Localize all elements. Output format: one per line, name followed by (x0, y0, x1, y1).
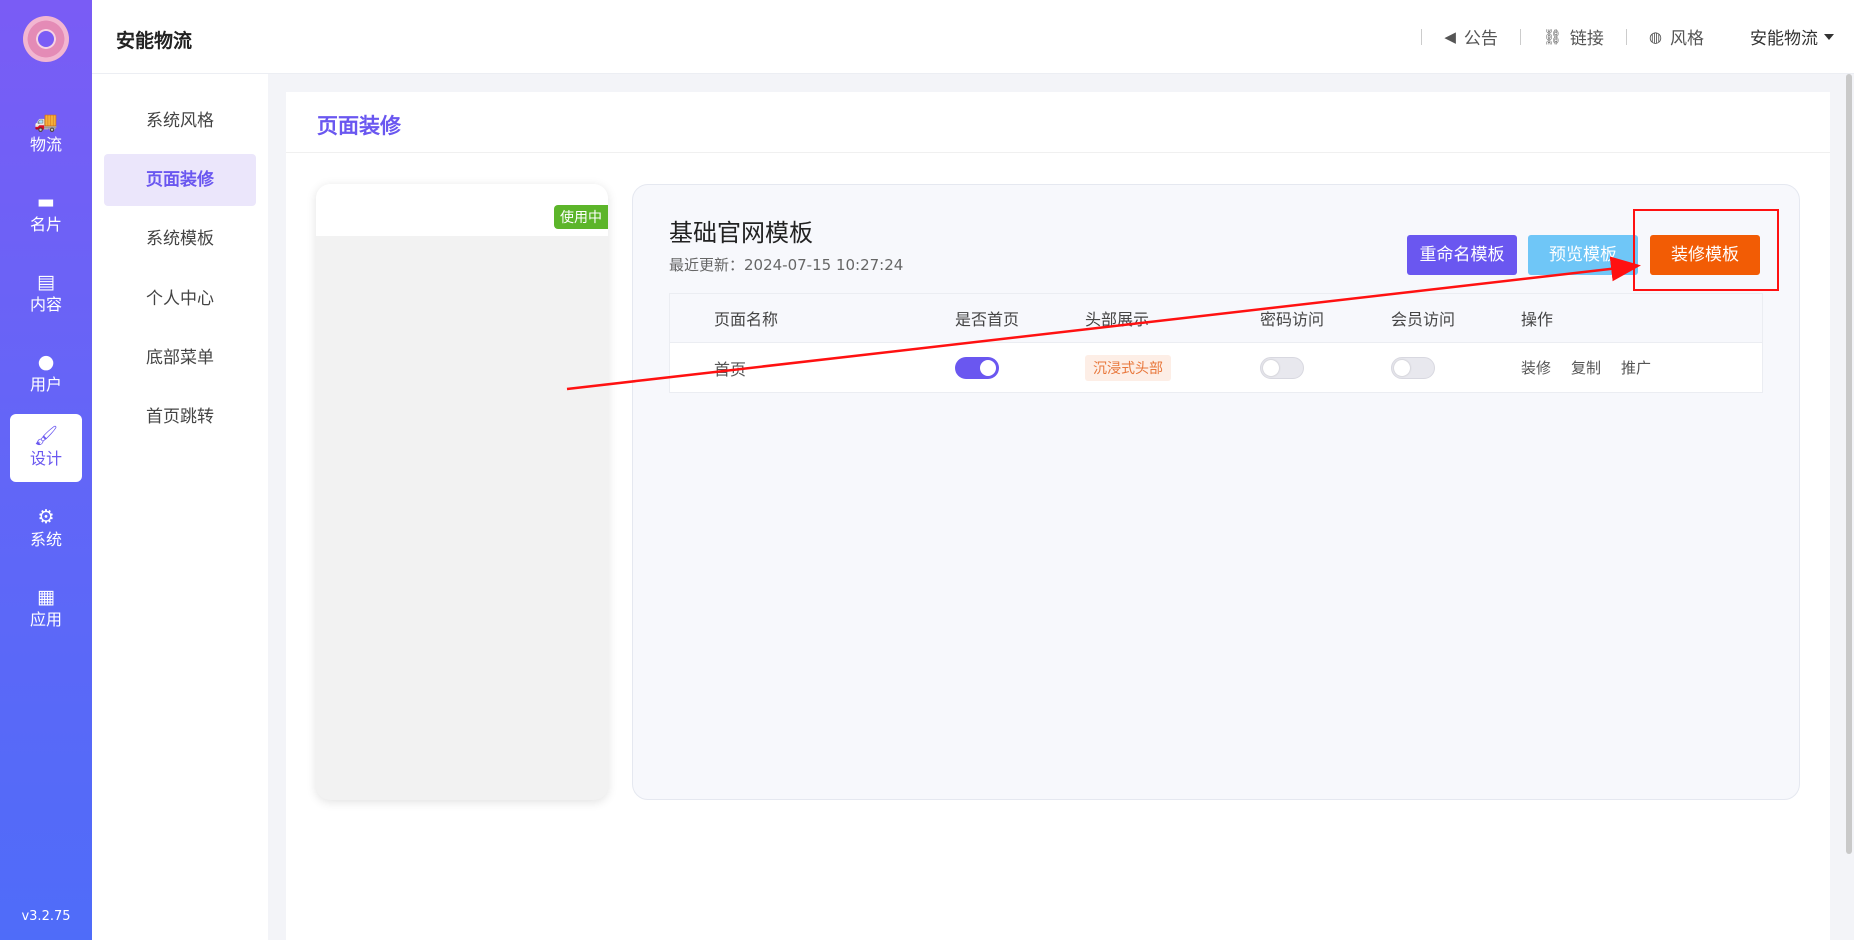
column-header: 密码访问 (1260, 310, 1325, 329)
gear-icon: ⚙ (37, 506, 55, 528)
rename-template-button[interactable]: 重命名模板 (1407, 235, 1517, 275)
link-label: 链接 (1569, 29, 1604, 49)
submenu-item-page-decoration[interactable]: 页面装修 (104, 154, 256, 206)
link-link[interactable]: ⛓ 链接 (1533, 24, 1614, 50)
submenu-item-home-redirect[interactable]: 首页跳转 (104, 391, 256, 443)
paint-roller-icon: 🖌 (33, 425, 59, 447)
password-access-cell (1260, 356, 1391, 379)
design-submenu: 系统风格 页面装修 系统模板 个人中心 底部菜单 首页跳转 (92, 74, 268, 940)
submenu-item-system-style[interactable]: 系统风格 (104, 95, 256, 147)
phone-preview[interactable]: 使用中 (316, 184, 608, 800)
page-name-cell: 首页 (714, 359, 747, 379)
column-header: 操作 (1521, 310, 1554, 329)
main-panel: 页面装修 使用中 基础官网模板 最近更新：2024-07-15 10:27:24… (286, 92, 1830, 940)
rail-item-content[interactable]: ▤ 内容 (10, 260, 82, 328)
template-name: 基础官网模板 (669, 219, 813, 247)
header-style-tag: 沉浸式头部 (1085, 354, 1171, 381)
user-icon: ● (37, 351, 55, 373)
grid-icon: ▦ (37, 586, 55, 608)
rail-item-apps[interactable]: ▦ 应用 (10, 575, 82, 643)
template-card: 基础官网模板 最近更新：2024-07-15 10:27:24 重命名模板 预览… (632, 184, 1800, 800)
style-label: 风格 (1670, 29, 1704, 49)
card-icon: ▬ (37, 191, 55, 213)
column-header: 头部展示 (1085, 310, 1150, 329)
preview-template-button[interactable]: 预览模板 (1528, 235, 1638, 275)
rail-item-label: 系统 (29, 530, 62, 549)
document-icon: ▤ (37, 271, 55, 293)
app-logo[interactable] (23, 16, 69, 62)
rail-item-system[interactable]: ⚙ 系统 (10, 495, 82, 563)
version-label: v3.2.75 (21, 909, 71, 924)
column-header: 是否首页 (955, 310, 1020, 329)
divider (286, 152, 1830, 153)
is-home-cell (955, 356, 1085, 379)
rail-item-label: 内容 (29, 295, 62, 314)
page-scrollbar[interactable] (1844, 74, 1854, 940)
user-name: 安能物流 (1750, 29, 1818, 49)
rail-item-label: 物流 (29, 135, 62, 154)
table-header: 页面名称 是否首页 头部展示 密码访问 会员访问 操作 (670, 294, 1762, 343)
rail-item-label: 应用 (29, 610, 62, 629)
header-nav: ◀ 公告 ⛓ 链接 ◍ 风格 安能物流 (1409, 24, 1834, 49)
actions-cell: 装修 复制 推广 (1521, 357, 1762, 378)
in-use-badge: 使用中 (554, 205, 608, 229)
link-icon: ⛓ (1542, 27, 1562, 46)
divider (1625, 28, 1627, 45)
submenu-item-personal-center[interactable]: 个人中心 (104, 273, 256, 325)
caret-down-icon (1824, 33, 1834, 40)
column-header: 会员访问 (1391, 310, 1456, 329)
divider (1519, 28, 1521, 45)
style-link[interactable]: ◍ 风格 (1639, 24, 1714, 50)
divider (1421, 28, 1423, 45)
member-access-cell (1391, 356, 1521, 379)
decorate-action-link[interactable]: 装修 (1521, 357, 1551, 378)
rail-item-user[interactable]: ● 用户 (10, 340, 82, 408)
promote-action-link[interactable]: 推广 (1621, 357, 1651, 378)
top-header: 安能物流 ◀ 公告 ⛓ 链接 ◍ 风格 安能物流 (92, 0, 1854, 74)
scrollbar-thumb[interactable] (1846, 74, 1852, 854)
notice-label: 公告 (1463, 29, 1498, 49)
rail-item-card[interactable]: ▬ 名片 (10, 180, 82, 248)
member-access-toggle[interactable] (1391, 356, 1435, 379)
pages-table: 页面名称 是否首页 头部展示 密码访问 会员访问 操作 首页 沉浸式头部 装修 … (669, 293, 1763, 393)
rail-item-label: 设计 (29, 449, 62, 468)
is-home-toggle[interactable] (955, 356, 999, 379)
header-style-cell: 沉浸式头部 (1085, 354, 1260, 381)
rail-item-design[interactable]: 🖌 设计 (10, 414, 82, 482)
table-row: 首页 沉浸式头部 装修 复制 推广 (670, 343, 1762, 392)
megaphone-icon: ◀ (1444, 27, 1456, 46)
rail-item-label: 用户 (29, 375, 62, 394)
page-title: 页面装修 (317, 114, 401, 138)
brand-title: 安能物流 (116, 30, 193, 52)
copy-action-link[interactable]: 复制 (1571, 357, 1601, 378)
template-updated: 最近更新：2024-07-15 10:27:24 (669, 256, 904, 274)
palette-icon: ◍ (1648, 27, 1662, 46)
submenu-item-bottom-menu[interactable]: 底部菜单 (104, 332, 256, 384)
user-menu[interactable]: 安能物流 (1750, 24, 1834, 49)
annotation-box (1633, 209, 1779, 291)
truck-icon: 🚚 (34, 111, 58, 133)
password-access-toggle[interactable] (1260, 356, 1304, 379)
notice-link[interactable]: ◀ 公告 (1434, 24, 1508, 50)
rail-item-label: 名片 (29, 215, 62, 234)
submenu-item-system-template[interactable]: 系统模板 (104, 213, 256, 265)
app-rail: 🚚 物流 ▬ 名片 ▤ 内容 ● 用户 🖌 设计 ⚙ 系统 ▦ 应用 v3.2.… (0, 0, 92, 940)
rail-item-logistics[interactable]: 🚚 物流 (10, 100, 82, 168)
column-header: 页面名称 (714, 310, 779, 329)
